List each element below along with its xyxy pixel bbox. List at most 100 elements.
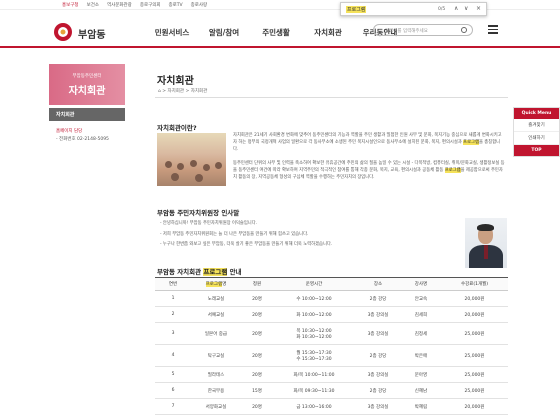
- table-cell: 20,000원: [441, 398, 508, 415]
- column-header: 운영시간: [273, 277, 355, 291]
- table-cell: 박혜림: [401, 398, 441, 415]
- main-nav: 민원서비스 알림/참여 주민생활 자치회관 우리동안내: [146, 27, 406, 38]
- sidebar-hero-title: 자치회관: [68, 86, 106, 97]
- table-cell: 25,000원: [441, 382, 508, 399]
- table-cell: 문아영: [401, 366, 441, 383]
- table-cell: 25,000원: [441, 344, 508, 367]
- quick-menu: Quick Menu 즐겨찾기 인쇄하기 TOP: [513, 107, 560, 157]
- table-cell: 20명: [241, 322, 273, 345]
- table-row: 6 한국무용 15명 화/목 09:30~11:30 2층 강당 신혜남 25,000원: [155, 382, 508, 399]
- chairman-photo: [465, 218, 507, 268]
- about-paragraph-1: 자치회관은 21세기 사회환경 변화에 맞추어 동주민센터의 기능과 역할을 주…: [233, 133, 502, 152]
- search-placeholder: 검색어를 입력해주세요: [385, 29, 428, 34]
- top-link[interactable]: 홍보구청: [62, 2, 79, 8]
- table-cell: 2층 강당: [355, 382, 401, 399]
- column-header: 연번: [155, 277, 191, 291]
- section-heading-greeting: 부암동 주민자치위원장 인사말: [157, 209, 240, 217]
- hamburger-menu-icon[interactable]: [488, 25, 498, 34]
- table-cell: 5: [155, 366, 191, 383]
- sidebar-contact: 홈페이지 담당 - 전화번호 02-2148-5095: [56, 128, 109, 144]
- table-cell: 25,000원: [441, 322, 508, 345]
- greeting-list: - 안녕하십니까! 부암동 주민자치위원장 이덕슬입니다. - 저희 부암동 주…: [160, 219, 332, 251]
- top-link[interactable]: 역사문화관광: [107, 2, 132, 8]
- table-cell: 20명: [241, 290, 273, 307]
- table-cell: 20,000원: [441, 306, 508, 323]
- table-cell: 20명: [241, 344, 273, 367]
- section-heading-programs: 부암동 자치회관 프로그램 안내: [157, 268, 242, 276]
- table-cell: 2층 강당: [355, 290, 401, 307]
- top-link[interactable]: 종로사랑: [191, 2, 208, 8]
- top-link[interactable]: 종로TV: [169, 2, 183, 8]
- table-cell: 25,000원: [441, 366, 508, 383]
- program-table: 연번 프로그램명 정원 운영시간 장소 강사명 수강료(1개월) 1 노래교실 20…: [155, 277, 508, 417]
- district-logo-icon[interactable]: [52, 21, 74, 43]
- search-highlight: 프로그램: [444, 167, 461, 173]
- table-cell: 3: [155, 322, 191, 345]
- table-row: 2 서예교실 20명 화 10:00~12:00 3층 강의실 김세희 20,000원: [155, 306, 508, 323]
- top-links: 홍보구청 보건소 역사문화관광 종로구의회 종로TV 종로사랑: [62, 2, 207, 8]
- table-row: 3 일본어 중급 20명 목 10:30~12:00 화 10:30~12:00 3층 …: [155, 322, 508, 345]
- table-cell: 20명: [241, 306, 273, 323]
- breadcrumb-item[interactable]: 자치회관: [168, 89, 185, 94]
- top-link[interactable]: 보건소: [87, 2, 99, 8]
- column-header: 정원: [241, 277, 273, 291]
- table-cell: 20,000원: [441, 290, 508, 307]
- table-cell: 금 13:00~16:00: [273, 398, 355, 415]
- table-cell: 6: [155, 382, 191, 399]
- table-cell: 김정세: [401, 322, 441, 345]
- table-row: 5 필라테스 20명 화/목 10:00~11:00 3층 강의실 문아영 25,000원: [155, 366, 508, 383]
- table-cell: 3층 강의실: [355, 366, 401, 383]
- column-header: 프로그램명: [191, 277, 241, 291]
- home-icon[interactable]: ⌂: [158, 89, 161, 94]
- search-icon[interactable]: [461, 27, 467, 33]
- sidebar-contact-label: 홈페이지 담당: [56, 129, 83, 134]
- table-cell: 탁구교실: [191, 344, 241, 367]
- table-cell: 2: [155, 306, 191, 323]
- page-title: 자치회관: [157, 76, 194, 87]
- table-cell: 필라테스: [191, 366, 241, 383]
- community-center-photo: [157, 133, 226, 186]
- table-cell: 화 10:00~12:00: [273, 306, 355, 323]
- table-cell: 15명: [241, 382, 273, 399]
- table-cell: 3층 강의실: [355, 306, 401, 323]
- table-row: 7 서양화교실 20명 금 13:00~16:00 3층 강의실 박혜림 20,000원: [155, 398, 508, 415]
- table-cell: 박은애: [401, 344, 441, 367]
- nav-item-resident-life[interactable]: 주민생활: [250, 27, 302, 38]
- search-input[interactable]: 검색어를 입력해주세요: [373, 24, 473, 36]
- sidebar-contact-phone: - 전화번호 02-2148-5095: [56, 137, 109, 142]
- table-row: 4 탁구교실 20명 월 15:30~17:30 수 15:30~17:30 2층 강당…: [155, 344, 508, 367]
- column-header: 수강료(1개월): [441, 277, 508, 291]
- table-cell: 화/목 09:30~11:30: [273, 382, 355, 399]
- sidebar-hero-subtitle: 부암동주민센터: [72, 74, 102, 79]
- site-logo-text[interactable]: 부암동: [78, 26, 106, 41]
- table-cell: 서양화교실: [191, 398, 241, 415]
- column-header: 장소: [355, 277, 401, 291]
- table-cell: 서예교실: [191, 306, 241, 323]
- greeting-line: - 저희 부암동 주민자치위원회는 늘 더 나은 부암동을 만들기 위해 힘쓰고…: [160, 231, 309, 237]
- sidebar-hero: 부암동주민센터 자치회관: [49, 64, 125, 105]
- scroll-top-button[interactable]: TOP: [514, 145, 559, 156]
- quick-menu-title: Quick Menu: [514, 108, 559, 119]
- nav-item-community-center[interactable]: 자치회관: [302, 27, 354, 38]
- table-cell: 화/목 10:00~11:00: [273, 366, 355, 383]
- table-cell: 1: [155, 290, 191, 307]
- nav-item-civil-service[interactable]: 민원서비스: [146, 27, 198, 38]
- greeting-line: - 안녕하십니까! 부암동 주민자치위원장 이덕슬입니다.: [160, 221, 258, 226]
- table-cell: 노래교실: [191, 290, 241, 307]
- site-header: 부암동 민원서비스 알림/참여 주민생활 자치회관 우리동안내 검색어를 입력해…: [0, 11, 560, 48]
- title-divider: [155, 97, 508, 98]
- search-highlight: 프로그램: [463, 139, 479, 145]
- column-header: 강사명: [401, 277, 441, 291]
- sidebar-item-community-center[interactable]: 자치회관: [49, 108, 125, 121]
- table-cell: 월 15:30~17:30 수 15:30~17:30: [273, 344, 355, 367]
- table-cell: 3층 강의실: [355, 322, 401, 345]
- nav-item-notice[interactable]: 알림/참여: [198, 27, 250, 38]
- table-cell: 20명: [241, 398, 273, 415]
- quick-menu-print[interactable]: 인쇄하기: [514, 132, 559, 145]
- top-link[interactable]: 종로구의회: [140, 2, 161, 8]
- table-cell: 20명: [241, 366, 273, 383]
- table-cell: 4: [155, 344, 191, 367]
- breadcrumb: ⌂ > 자치회관 > 자치회관: [158, 89, 208, 94]
- quick-menu-bookmark[interactable]: 즐겨찾기: [514, 119, 559, 132]
- greeting-line: - 누구나 한번쯤 와보고 싶은 부암동, 더욱 살기 좋은 부암동을 만들기 …: [160, 242, 333, 247]
